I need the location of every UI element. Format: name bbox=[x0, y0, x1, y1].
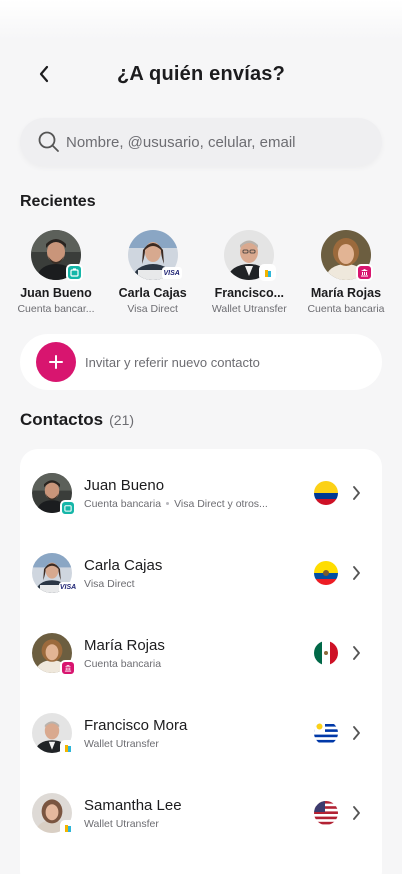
invite-contact-button[interactable]: Invitar y referir nuevo contacto bbox=[20, 334, 382, 390]
contact-method: Cuenta bancaria Visa Direct y otros... bbox=[84, 498, 314, 510]
contact-method: Visa Direct bbox=[84, 577, 135, 590]
recent-contact[interactable]: Juan Bueno Cuenta bancar... bbox=[8, 230, 104, 320]
contact-method: Wallet Utransfer bbox=[84, 737, 159, 750]
recent-method: Cuenta bancar... bbox=[17, 303, 95, 315]
contact-list: Juan Bueno Cuenta bancaria Visa Direct y … bbox=[20, 449, 382, 874]
search-icon bbox=[38, 131, 59, 152]
contact-row[interactable]: VISA Carla Cajas Visa Direct bbox=[20, 533, 382, 613]
colombia-flag-icon bbox=[314, 481, 338, 505]
back-button[interactable] bbox=[30, 62, 58, 86]
contact-name: Francisco Mora bbox=[84, 716, 188, 734]
recent-name: Carla Cajas bbox=[118, 286, 187, 300]
chevron-right-icon bbox=[352, 566, 364, 580]
chevron-right-icon bbox=[352, 726, 364, 740]
bank-icon bbox=[355, 264, 373, 281]
contacts-title: Contactos (21) bbox=[20, 410, 134, 430]
bank-account-icon bbox=[66, 264, 83, 281]
search-bar[interactable] bbox=[20, 118, 382, 166]
usa-flag-icon bbox=[314, 801, 338, 825]
visa-icon: VISA bbox=[161, 267, 182, 279]
recent-name: Juan Bueno bbox=[20, 286, 92, 300]
recent-method: Wallet Utransfer bbox=[211, 303, 287, 315]
contact-method: Cuenta bancaria bbox=[84, 657, 162, 670]
chevron-right-icon bbox=[352, 486, 364, 500]
recents-list: Juan Bueno Cuenta bancar... VISA Carla C… bbox=[8, 230, 394, 320]
uruguay-flag-icon bbox=[314, 721, 338, 745]
contact-method-primary: Cuenta bancaria bbox=[84, 497, 162, 510]
bank-icon bbox=[60, 660, 76, 676]
recent-method: Cuenta bancaria bbox=[307, 303, 385, 315]
contacts-title-text: Contactos bbox=[20, 410, 104, 429]
invite-label: Invitar y referir nuevo contacto bbox=[85, 354, 260, 370]
page-title: ¿A quién envías? bbox=[116, 62, 286, 85]
chevron-left-icon bbox=[39, 65, 49, 83]
contact-method: Wallet Utransfer bbox=[84, 817, 159, 830]
recent-contact[interactable]: VISA Carla Cajas Visa Direct bbox=[105, 230, 201, 320]
contact-name: Juan Bueno bbox=[84, 476, 165, 494]
recent-method: Visa Direct bbox=[127, 303, 178, 315]
plus-icon bbox=[36, 342, 76, 382]
recent-contact[interactable]: María Rojas Cuenta bancaria bbox=[298, 230, 394, 320]
contact-row[interactable]: Samantha Lee Wallet Utransfer bbox=[20, 773, 382, 853]
separator-dot bbox=[166, 502, 170, 506]
recent-name: Francisco... bbox=[214, 286, 285, 300]
contact-row[interactable]: Francisco Mora Wallet Utransfer bbox=[20, 693, 382, 773]
wallet-icon bbox=[60, 820, 76, 836]
contact-name: María Rojas bbox=[84, 636, 165, 654]
page-header: ¿A quién envías? bbox=[0, 50, 402, 98]
wallet-icon bbox=[259, 264, 277, 281]
wallet-icon bbox=[60, 740, 76, 756]
contacts-count: (21) bbox=[109, 412, 135, 428]
mexico-flag-icon bbox=[314, 641, 338, 665]
recent-contact[interactable]: Francisco... Wallet Utransfer bbox=[201, 230, 297, 320]
visa-icon: VISA bbox=[59, 582, 77, 593]
contact-row[interactable]: Juan Bueno Cuenta bancaria Visa Direct y … bbox=[20, 453, 382, 533]
search-input[interactable] bbox=[66, 133, 366, 151]
chevron-right-icon bbox=[352, 646, 364, 660]
contact-row[interactable]: María Rojas Cuenta bancaria bbox=[20, 613, 382, 693]
contact-name: Samantha Lee bbox=[84, 796, 182, 814]
recent-name: María Rojas bbox=[310, 286, 382, 300]
recents-title: Recientes bbox=[20, 193, 96, 210]
chevron-right-icon bbox=[352, 806, 364, 820]
contact-method-secondary: Visa Direct y otros... bbox=[174, 497, 268, 510]
contact-name: Carla Cajas bbox=[84, 556, 163, 574]
ecuador-flag-icon bbox=[314, 561, 338, 585]
bank-account-icon bbox=[60, 500, 76, 516]
status-area bbox=[0, 0, 402, 40]
